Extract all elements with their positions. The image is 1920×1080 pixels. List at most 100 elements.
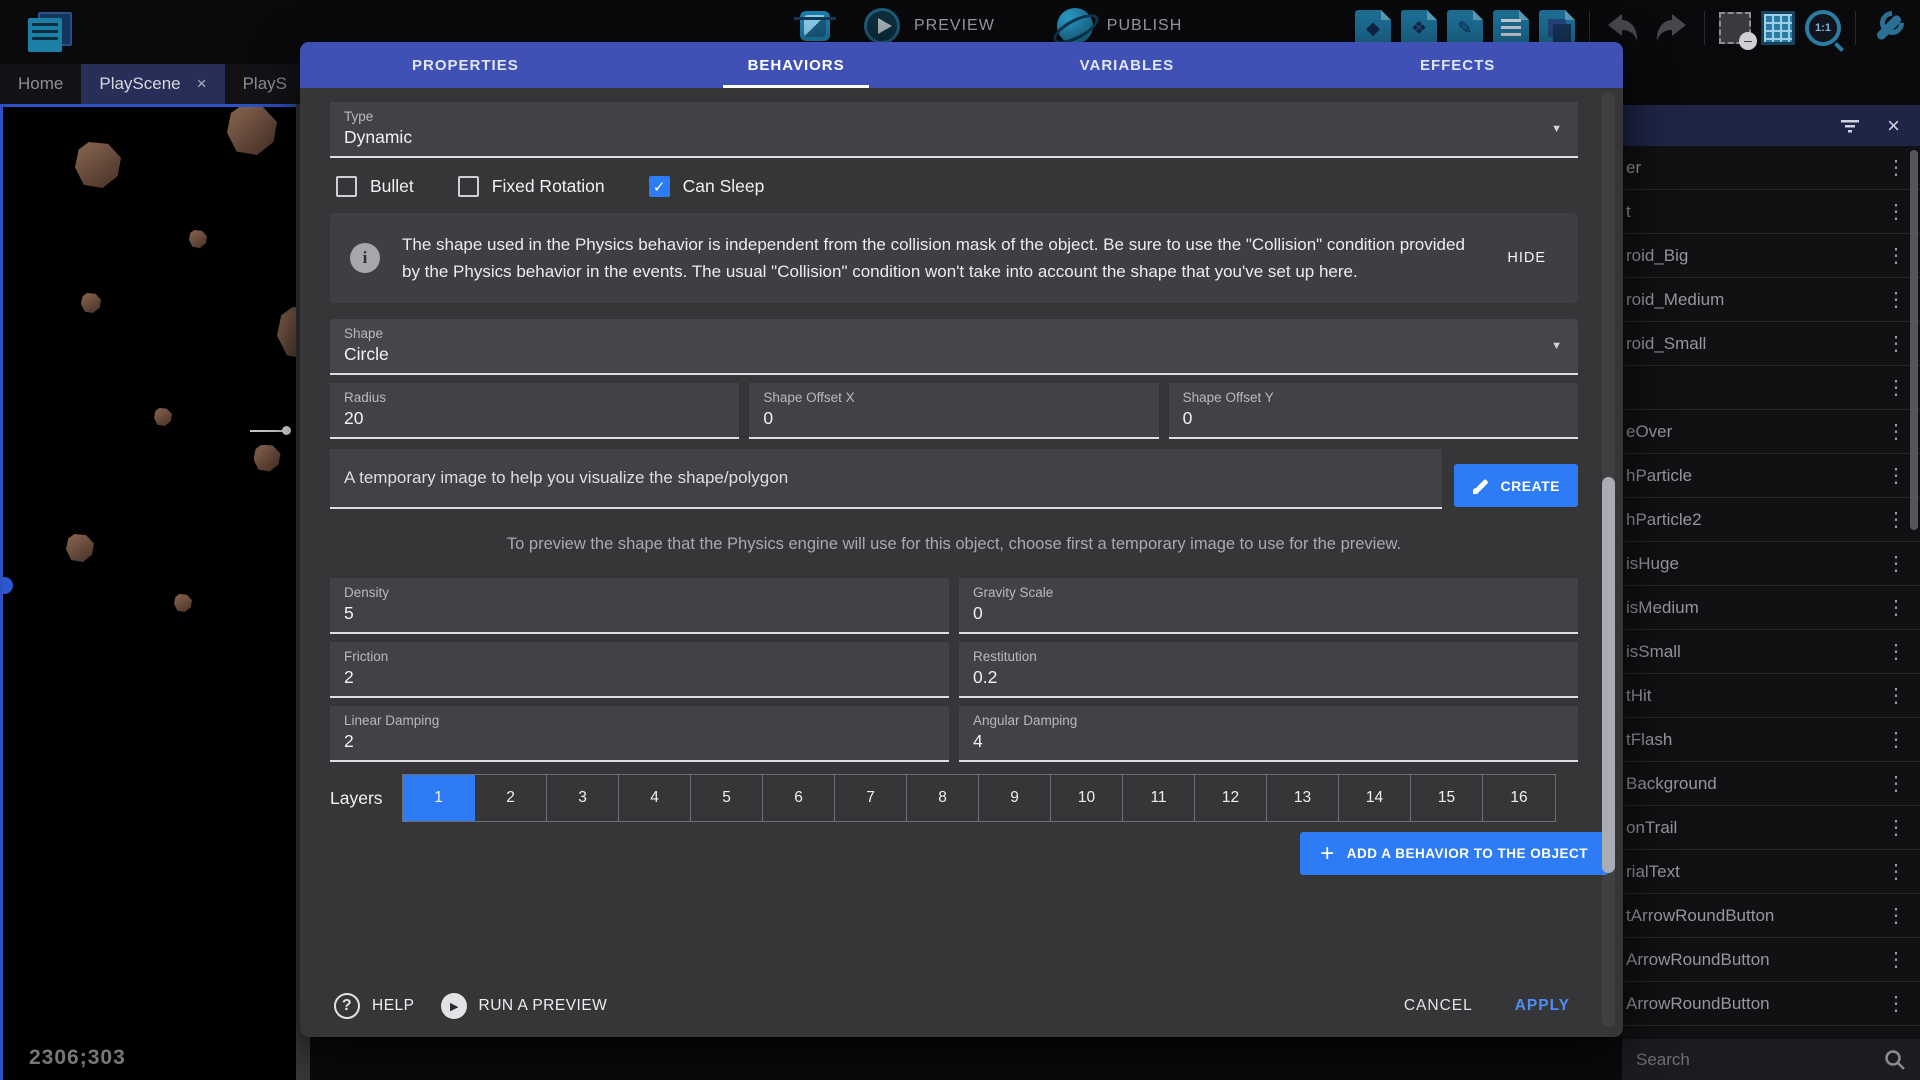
object-row[interactable]: t ⋮: [1622, 190, 1920, 234]
layer-cell[interactable]: 3: [547, 775, 619, 821]
object-row[interactable]: roid_Medium ⋮: [1622, 278, 1920, 322]
asteroid-object[interactable]: [154, 408, 172, 426]
can-sleep-checkbox[interactable]: ✓ Can Sleep: [649, 176, 765, 197]
preview-play-icon[interactable]: [864, 8, 900, 44]
layer-cell[interactable]: 16: [1483, 775, 1555, 821]
kebab-menu-icon[interactable]: ⋮: [1882, 507, 1910, 532]
hide-button[interactable]: HIDE: [1497, 242, 1556, 274]
kebab-menu-icon[interactable]: ⋮: [1882, 683, 1910, 708]
properties-list-icon[interactable]: [1493, 10, 1529, 46]
kebab-menu-icon[interactable]: ⋮: [1882, 155, 1910, 180]
kebab-menu-icon[interactable]: ⋮: [1882, 331, 1910, 356]
undo-icon[interactable]: [1604, 10, 1642, 46]
layer-cell[interactable]: 4: [619, 775, 691, 821]
dialog-tab[interactable]: PROPERTIES: [300, 42, 631, 88]
kebab-menu-icon[interactable]: ⋮: [1882, 947, 1910, 972]
dialog-tab[interactable]: EFFECTS: [1292, 42, 1623, 88]
object-row[interactable]: er ⋮: [1622, 146, 1920, 190]
shape-offset-y-field[interactable]: Shape Offset Y 0: [1169, 383, 1578, 439]
debug-icon[interactable]: [800, 11, 830, 41]
object-row[interactable]: tFlash ⋮: [1622, 718, 1920, 762]
help-button[interactable]: ? HELP: [334, 993, 415, 1019]
layer-cell[interactable]: 13: [1267, 775, 1339, 821]
radius-field[interactable]: Radius 20: [330, 383, 739, 439]
layer-cell[interactable]: 15: [1411, 775, 1483, 821]
object-row[interactable]: rialText ⋮: [1622, 850, 1920, 894]
linear-damping-field[interactable]: Linear Damping 2: [330, 706, 949, 762]
density-field[interactable]: Density 5: [330, 578, 949, 634]
asteroid-object[interactable]: [66, 534, 94, 562]
run-preview-button[interactable]: ▶ RUN A PREVIEW: [441, 993, 608, 1019]
tab-home[interactable]: Home: [0, 64, 81, 104]
angular-damping-field[interactable]: Angular Damping 4: [959, 706, 1578, 762]
kebab-menu-icon[interactable]: ⋮: [1882, 419, 1910, 444]
kebab-menu-icon[interactable]: ⋮: [1882, 375, 1910, 400]
kebab-menu-icon[interactable]: ⋮: [1882, 859, 1910, 884]
shape-dropdown[interactable]: Shape Circle ▼: [330, 319, 1578, 375]
object-row[interactable]: ArrowRoundButton ⋮: [1622, 982, 1920, 1026]
redo-icon[interactable]: [1652, 10, 1690, 46]
asteroid-object[interactable]: [189, 230, 207, 248]
layer-cell[interactable]: 5: [691, 775, 763, 821]
layer-cell[interactable]: 11: [1123, 775, 1195, 821]
scene-canvas[interactable]: 2306;303: [0, 104, 296, 1080]
grid-icon[interactable]: [1761, 11, 1795, 45]
selection-mask-icon[interactable]: [1719, 12, 1751, 44]
kebab-menu-icon[interactable]: ⋮: [1882, 243, 1910, 268]
kebab-menu-icon[interactable]: ⋮: [1882, 463, 1910, 488]
kebab-menu-icon[interactable]: ⋮: [1882, 727, 1910, 752]
kebab-menu-icon[interactable]: ⋮: [1882, 815, 1910, 840]
shape-offset-x-field[interactable]: Shape Offset X 0: [749, 383, 1158, 439]
kebab-menu-icon[interactable]: ⋮: [1882, 771, 1910, 796]
new-object-icon[interactable]: ◆: [1355, 10, 1391, 46]
object-row[interactable]: ArrowRoundButton ⋮: [1622, 938, 1920, 982]
cancel-button[interactable]: CANCEL: [1404, 997, 1473, 1015]
settings-wrench-icon[interactable]: [1870, 11, 1904, 45]
project-manager-icon[interactable]: [28, 12, 74, 54]
asteroid-object[interactable]: [81, 293, 101, 313]
type-dropdown[interactable]: Type Dynamic ▼: [330, 102, 1578, 158]
object-row[interactable]: onTrail ⋮: [1622, 806, 1920, 850]
publish-planet-icon[interactable]: [1057, 8, 1093, 44]
kebab-menu-icon[interactable]: ⋮: [1882, 551, 1910, 576]
object-row[interactable]: isMedium ⋮: [1622, 586, 1920, 630]
asteroid-object[interactable]: [277, 307, 296, 359]
dialog-tab[interactable]: VARIABLES: [962, 42, 1293, 88]
filter-icon[interactable]: [1839, 118, 1861, 134]
object-row[interactable]: Background ⋮: [1622, 762, 1920, 806]
asteroid-object[interactable]: [227, 105, 277, 155]
temp-image-field[interactable]: A temporary image to help you visualize …: [330, 449, 1442, 509]
gravity-scale-field[interactable]: Gravity Scale 0: [959, 578, 1578, 634]
tab-playscene[interactable]: PlayScene ×: [81, 64, 224, 104]
kebab-menu-icon[interactable]: ⋮: [1882, 287, 1910, 312]
object-row[interactable]: tHit ⋮: [1622, 674, 1920, 718]
layer-cell[interactable]: 6: [763, 775, 835, 821]
layer-cell[interactable]: 12: [1195, 775, 1267, 821]
edit-scene-icon[interactable]: ✎: [1447, 10, 1483, 46]
create-button[interactable]: CREATE: [1454, 464, 1578, 507]
kebab-menu-icon[interactable]: ⋮: [1882, 639, 1910, 664]
object-row[interactable]: roid_Small ⋮: [1622, 322, 1920, 366]
object-row[interactable]: isHuge ⋮: [1622, 542, 1920, 586]
layer-cell[interactable]: 2: [475, 775, 547, 821]
preview-button[interactable]: PREVIEW: [914, 17, 995, 35]
layer-cell[interactable]: 8: [907, 775, 979, 821]
object-row[interactable]: roid_Big ⋮: [1622, 234, 1920, 278]
object-row[interactable]: hParticle2 ⋮: [1622, 498, 1920, 542]
dialog-tab[interactable]: BEHAVIORS: [631, 42, 962, 88]
scene-origin-handle[interactable]: [0, 577, 13, 594]
kebab-menu-icon[interactable]: ⋮: [1882, 199, 1910, 224]
search-input[interactable]: [1636, 1050, 1874, 1070]
layers-icon[interactable]: [1539, 10, 1575, 46]
tab-playscene-events[interactable]: PlayS: [225, 64, 305, 104]
dialog-scrollbar-thumb[interactable]: [1602, 477, 1615, 873]
asteroid-object[interactable]: [75, 142, 121, 188]
object-row[interactable]: ⋮: [1622, 366, 1920, 410]
object-groups-icon[interactable]: ❖: [1401, 10, 1437, 46]
object-row[interactable]: tArrowRoundButton ⋮: [1622, 894, 1920, 938]
zoom-1-1-icon[interactable]: 1:1: [1805, 10, 1841, 46]
apply-button[interactable]: APPLY: [1515, 997, 1570, 1015]
restitution-field[interactable]: Restitution 0.2: [959, 642, 1578, 698]
layer-cell[interactable]: 7: [835, 775, 907, 821]
asteroid-object[interactable]: [254, 445, 281, 472]
